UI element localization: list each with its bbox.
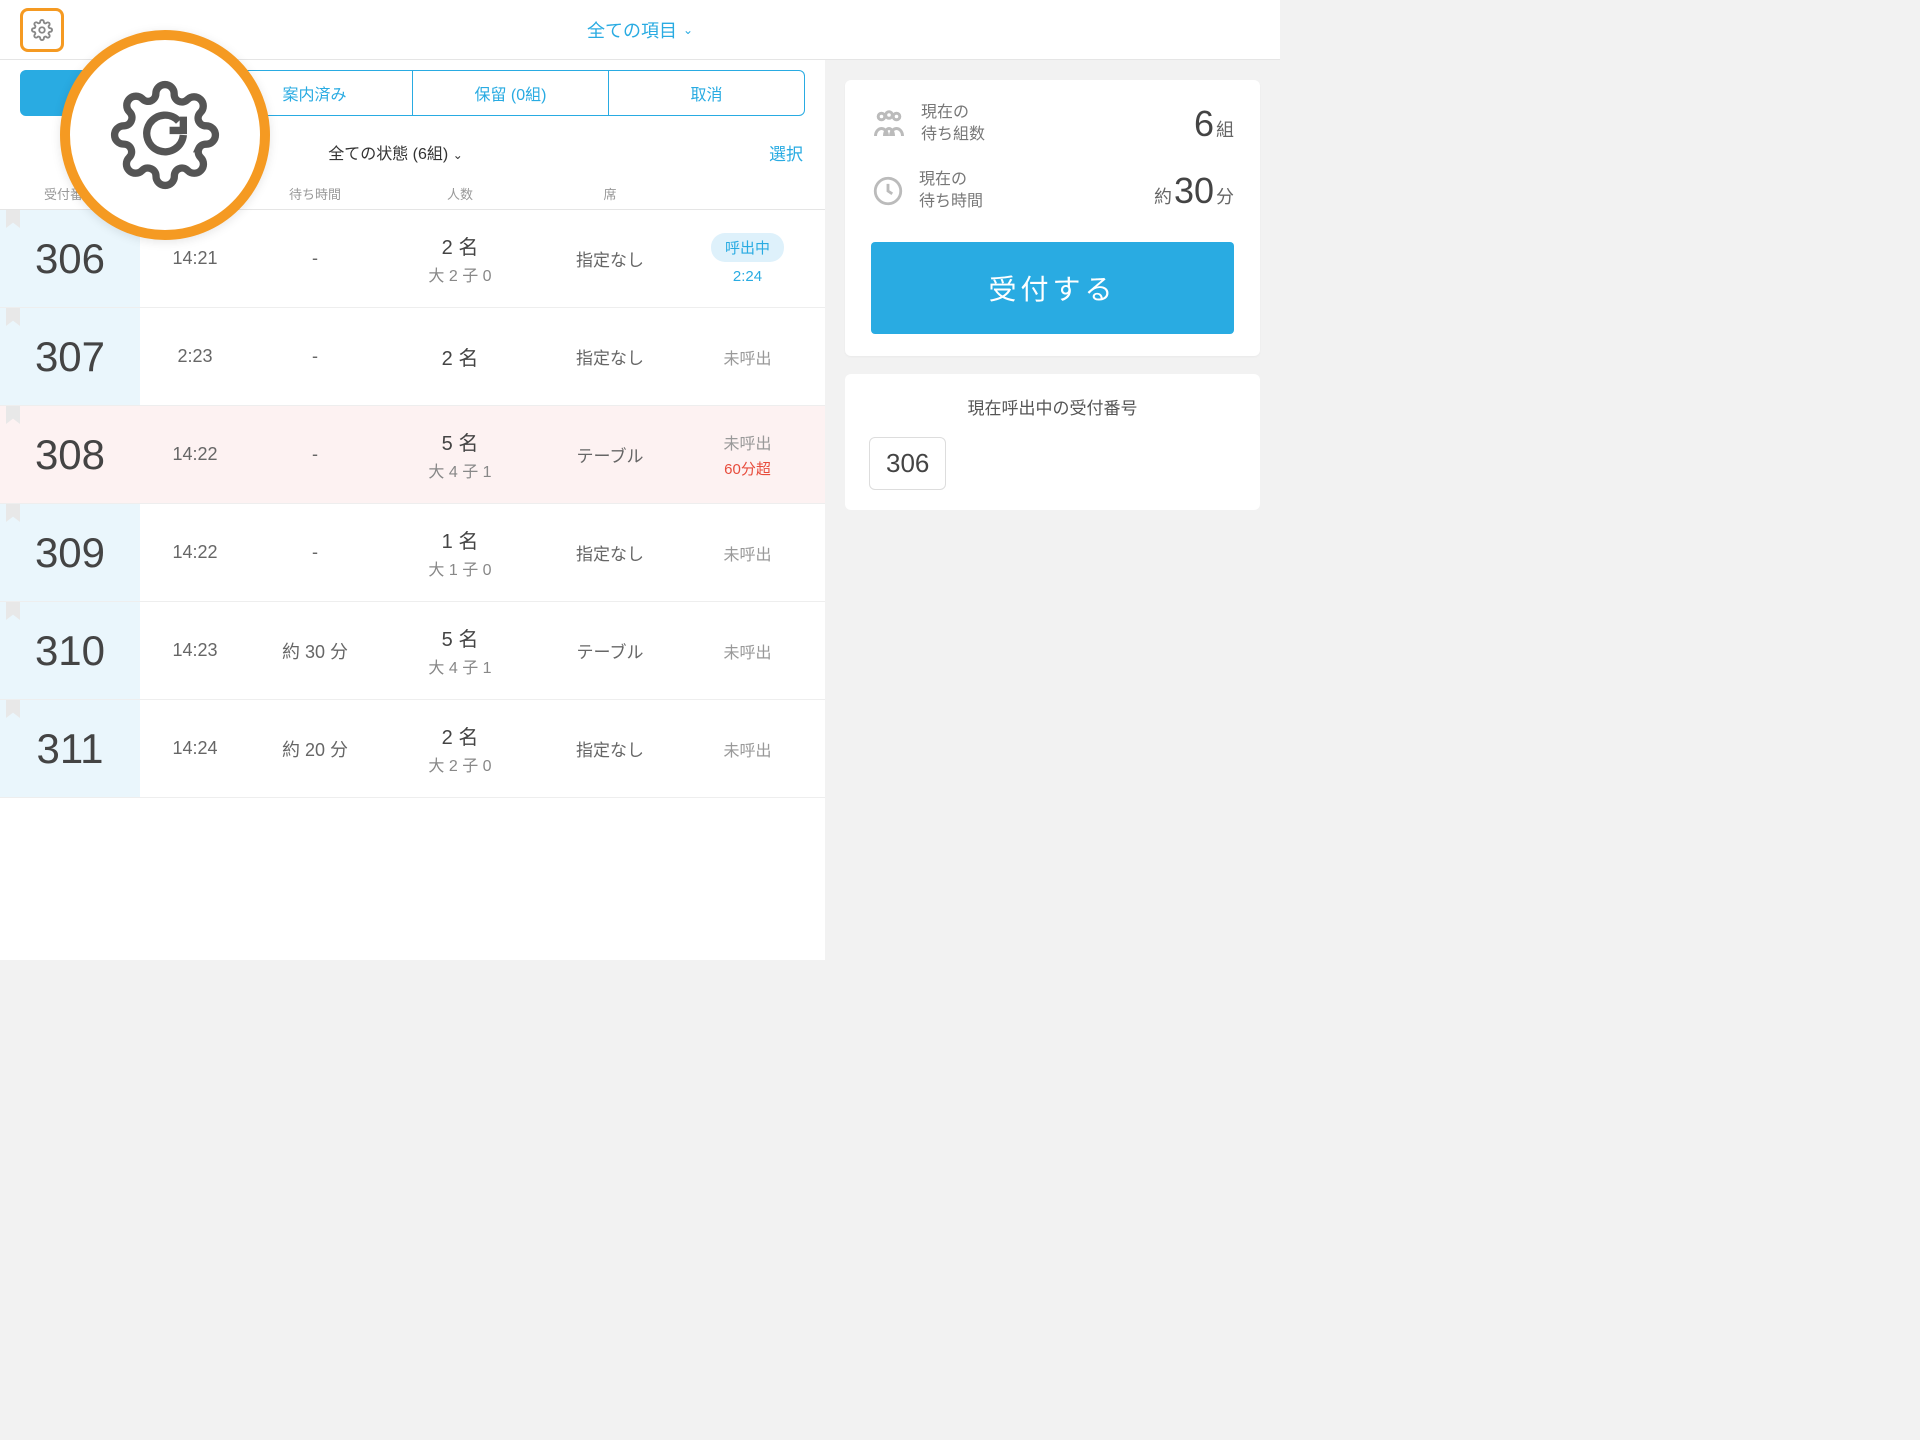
cell-party: 2 名 xyxy=(380,342,540,371)
header-seat: 席 xyxy=(540,184,680,203)
status-overdue: 60分超 xyxy=(724,458,771,479)
tab-hold-label: 保留 (0組) xyxy=(474,87,546,104)
cell-status: 未呼出 60分超 xyxy=(680,430,815,479)
tab-cancel[interactable]: 取消 xyxy=(609,70,805,116)
all-items-label: 全ての項目 xyxy=(587,17,677,43)
table-row[interactable]: 308 14:22 - 5 名 大 4 子 1 テーブル 未呼出 60分超 xyxy=(0,406,825,504)
state-filter-label: 全ての状態 (6組) xyxy=(328,146,448,163)
calling-card: 現在呼出中の受付番号 306 xyxy=(845,374,1260,510)
right-panel: 現在の 待ち組数 6組 現在の 待ち時間 xyxy=(825,60,1280,960)
chevron-down-icon: ⌄ xyxy=(683,23,693,37)
ticket-number: 307 xyxy=(0,308,140,405)
cell-status: 未呼出 xyxy=(680,345,815,369)
gear-icon xyxy=(31,19,53,41)
cell-status: 未呼出 xyxy=(680,737,815,761)
register-button[interactable]: 受付する xyxy=(871,242,1234,334)
cell-party: 2 名 大 2 子 0 xyxy=(380,721,540,776)
status-text: 未呼出 xyxy=(723,541,771,565)
cell-wait: - xyxy=(250,444,380,465)
stats-card: 現在の 待ち組数 6組 現在の 待ち時間 xyxy=(845,80,1260,356)
cell-party: 1 名 大 1 子 0 xyxy=(380,525,540,580)
cell-seat: 指定なし xyxy=(540,246,680,271)
table-row[interactable]: 307 2:23 - 2 名 指定なし 未呼出 xyxy=(0,308,825,406)
ticket-number: 308 xyxy=(0,406,140,503)
cell-wait: 約 20 分 xyxy=(250,736,380,762)
ticket-rows: 306 14:21 - 2 名 大 2 子 0 指定なし 呼出中 2:24 30… xyxy=(0,210,825,798)
settings-button[interactable] xyxy=(20,8,64,52)
header-wait: 待ち時間 xyxy=(250,184,380,203)
table-row[interactable]: 310 14:23 約 30 分 5 名 大 4 子 1 テーブル 未呼出 xyxy=(0,602,825,700)
status-badge: 呼出中 xyxy=(711,233,784,262)
cell-seat: 指定なし xyxy=(540,540,680,565)
cell-wait: 約 30 分 xyxy=(250,638,380,664)
tab-hold[interactable]: 保留 (0組) xyxy=(413,70,609,116)
select-link[interactable]: 選択 xyxy=(769,140,803,165)
clock-icon xyxy=(871,174,905,208)
wait-time-label: 現在の 待ち時間 xyxy=(919,169,983,214)
tab-cancel-label: 取消 xyxy=(690,87,722,104)
cell-seat: テーブル xyxy=(540,442,680,467)
table-row[interactable]: 311 14:24 約 20 分 2 名 大 2 子 0 指定なし 未呼出 xyxy=(0,700,825,798)
table-row[interactable]: 309 14:22 - 1 名 大 1 子 0 指定なし 未呼出 xyxy=(0,504,825,602)
calling-chip-list: 306 xyxy=(865,437,1240,490)
state-filter-dropdown[interactable]: 全ての状態 (6組) ⌄ xyxy=(328,146,463,163)
cell-seat: 指定なし xyxy=(540,736,680,761)
header-status xyxy=(680,184,815,203)
gear-refresh-icon xyxy=(110,80,220,190)
status-text: 未呼出 xyxy=(723,737,771,761)
cell-status: 未呼出 xyxy=(680,639,815,663)
calling-number-chip[interactable]: 306 xyxy=(869,437,946,490)
people-icon xyxy=(871,106,907,142)
wait-groups-value: 6組 xyxy=(1194,103,1234,145)
ticket-number: 309 xyxy=(0,504,140,601)
cell-wait: - xyxy=(250,542,380,563)
calling-title: 現在呼出中の受付番号 xyxy=(865,394,1240,419)
tab-guided-label: 案内済み xyxy=(282,87,346,104)
all-items-dropdown[interactable]: 全ての項目 ⌄ xyxy=(587,17,693,43)
status-timer: 2:24 xyxy=(733,268,762,285)
cell-status: 呼出中 2:24 xyxy=(680,233,815,285)
cell-seat: テーブル xyxy=(540,638,680,663)
cell-party: 5 名 大 4 子 1 xyxy=(380,427,540,482)
settings-callout xyxy=(60,30,270,240)
cell-time: 14:24 xyxy=(140,738,250,759)
cell-time: 14:23 xyxy=(140,640,250,661)
ticket-number: 310 xyxy=(0,602,140,699)
ticket-number: 311 xyxy=(0,700,140,797)
cell-party: 5 名 大 4 子 1 xyxy=(380,623,540,678)
cell-time: 2:23 xyxy=(140,346,250,367)
chevron-down-icon: ⌄ xyxy=(453,148,463,162)
cell-wait: - xyxy=(250,346,380,367)
wait-time-value: 約30分 xyxy=(1154,170,1234,212)
cell-time: 14:21 xyxy=(140,248,250,269)
cell-wait: - xyxy=(250,248,380,269)
cell-party: 2 名 大 2 子 0 xyxy=(380,231,540,286)
header-party: 人数 xyxy=(380,184,540,203)
cell-seat: 指定なし xyxy=(540,344,680,369)
cell-time: 14:22 xyxy=(140,444,250,465)
status-text: 未呼出 xyxy=(723,430,771,454)
status-text: 未呼出 xyxy=(723,639,771,663)
status-text: 未呼出 xyxy=(723,345,771,369)
cell-status: 未呼出 xyxy=(680,541,815,565)
cell-time: 14:22 xyxy=(140,542,250,563)
wait-groups-label: 現在の 待ち組数 xyxy=(921,102,985,147)
